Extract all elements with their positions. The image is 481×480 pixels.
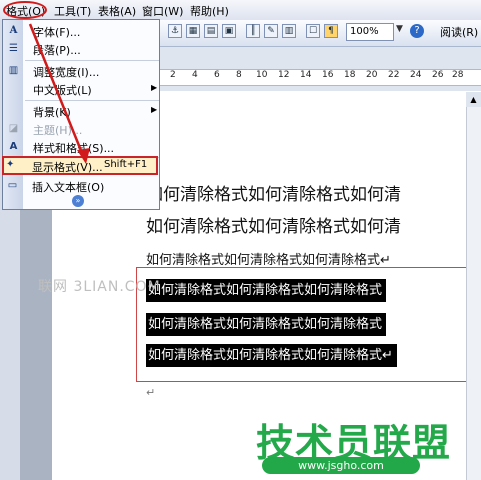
annotation-arrow [28, 23, 90, 164]
annotation-arrow-head [77, 148, 90, 164]
annotation-arrow-line [28, 23, 86, 159]
